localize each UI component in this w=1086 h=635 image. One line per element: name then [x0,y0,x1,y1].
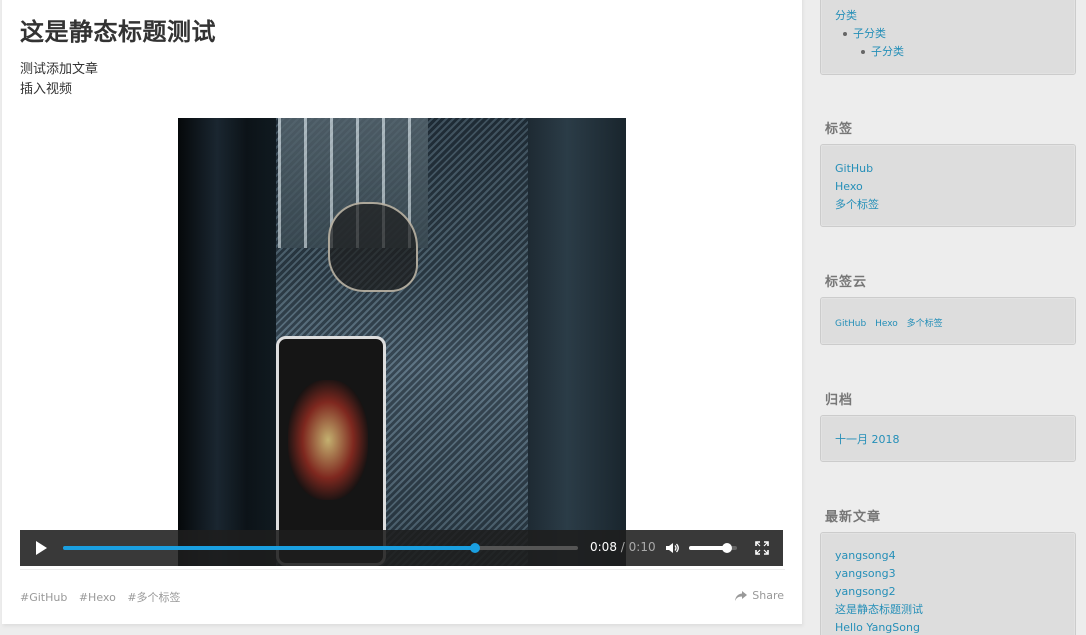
tagcloud: GitHub Hexo 多个标签 [821,298,1075,343]
time-display: 0:08 / 0:10 [590,540,656,554]
subcategory-item: 子分类 [835,25,1061,43]
tags-widget: GitHub Hexo 多个标签 [820,144,1076,227]
category-link[interactable]: 分类 [835,9,857,22]
tag-link[interactable]: GitHub [835,162,873,175]
subcategory-item: 子分类 [835,43,1061,61]
video-controls: 0:08 / 0:10 [20,530,783,566]
recent-widget-title: 最新文章 [825,510,882,525]
recent-post-item: yangsong4 [835,547,1061,565]
recent-post-item: Hello YangSong [835,619,1061,635]
recent-post-link[interactable]: yangsong4 [835,549,896,562]
tag-item: Hexo [835,178,1061,196]
archive-item: 十一月 2018 [835,431,1061,449]
footer-divider [20,569,785,570]
article-title[interactable]: 这是静态标题测试 [20,12,216,47]
tag-link[interactable]: Hexo [835,180,863,193]
video-player[interactable]: 0:08 / 0:10 [20,118,783,566]
recent-post-link[interactable]: Hello YangSong [835,621,920,634]
share-icon [735,590,748,601]
recent-post-link[interactable]: 这是静态标题测试 [835,603,923,616]
tagcloud-widget-title: 标签云 [825,275,868,290]
tagcloud-link[interactable]: Hexo [875,319,898,329]
fullscreen-icon[interactable] [755,541,769,555]
recent-post-item: yangsong3 [835,565,1061,583]
tag-item: 多个标签 [835,196,1061,214]
progress-bar[interactable] [63,543,578,553]
category-item: 分类 [835,7,1061,25]
tag-item: GitHub [835,160,1061,178]
video-blur-left [178,118,276,566]
progress-fill [63,546,475,550]
recent-widget: yangsong4 yangsong3 yangsong2 这是静态标题测试 H… [820,532,1076,635]
article-body: 测试添加文章 插入视频 [20,60,98,100]
archive-widget: 十一月 2018 [820,415,1076,462]
video-face [288,380,368,500]
recent-post-item: 这是静态标题测试 [835,601,1061,619]
volume-handle[interactable] [722,543,733,553]
tag-link[interactable]: 多个标签 [835,198,879,211]
tagcloud-link[interactable]: 多个标签 [907,319,943,329]
share-button[interactable]: Share [735,589,784,602]
recent-post-link[interactable]: yangsong2 [835,585,896,598]
category-widget: 分类 子分类 子分类 [820,0,1076,75]
body-line: 插入视频 [20,82,73,97]
category-link[interactable]: 子分类 [871,45,904,58]
tag-link[interactable]: #GitHub [20,591,67,604]
recent-post-item: yangsong2 [835,583,1061,601]
article-tags: #GitHub #Hexo #多个标签 [20,589,189,605]
video-person [328,202,418,292]
tags-widget-title: 标签 [825,122,854,137]
body-line: 测试添加文章 [20,62,99,77]
archive-link[interactable]: 十一月 2018 [835,433,900,446]
category-link[interactable]: 子分类 [853,27,886,40]
tagcloud-widget: GitHub Hexo 多个标签 [820,297,1076,345]
tag-link[interactable]: #Hexo [79,591,116,604]
volume-icon[interactable] [665,541,679,555]
play-icon[interactable] [36,541,47,555]
volume-slider[interactable] [689,543,737,553]
video-frame[interactable] [178,118,626,566]
recent-post-link[interactable]: yangsong3 [835,567,896,580]
article-card: 这是静态标题测试 测试添加文章 插入视频 0:08 / 0:10 #GitHub… [2,0,802,624]
tagcloud-link[interactable]: GitHub [835,319,866,329]
current-time: 0:08 [590,540,617,554]
tag-link[interactable]: #多个标签 [127,591,180,604]
time-separator: / [620,540,625,554]
archive-widget-title: 归档 [825,393,854,408]
share-label: Share [752,589,784,602]
video-blur-right [528,118,626,566]
duration: 0:10 [628,540,656,554]
progress-handle[interactable] [470,543,480,553]
